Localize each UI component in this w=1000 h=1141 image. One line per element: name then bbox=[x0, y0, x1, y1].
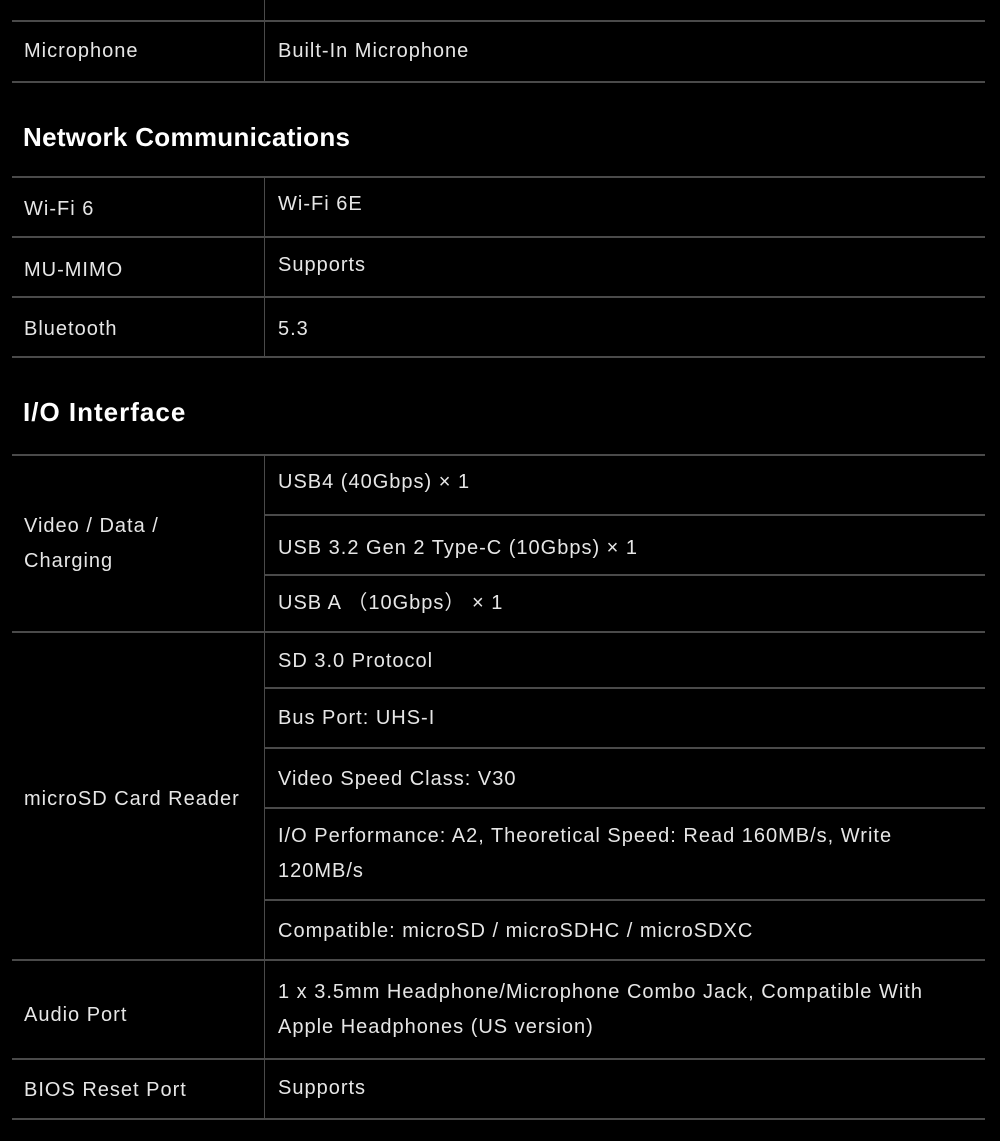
spec-value: USB4 (40Gbps) × 1 bbox=[278, 471, 471, 493]
spec-label: Wi-Fi 6 bbox=[24, 197, 95, 220]
spec-label: Audio Port bbox=[24, 1003, 128, 1026]
divider bbox=[264, 0, 265, 82]
spec-value: I/O Performance: A2, Theoretical Speed: … bbox=[278, 825, 893, 882]
spec-value: USB A （10Gbps） × 1 bbox=[278, 592, 504, 614]
spec-label: Video / Data / Charging bbox=[24, 514, 159, 572]
spec-value: Video Speed Class: V30 bbox=[278, 767, 517, 790]
spec-value: Compatible: microSD / microSDHC / microS… bbox=[278, 919, 754, 942]
spec-label: BIOS Reset Port bbox=[24, 1078, 187, 1101]
spec-value: Bus Port: UHS-I bbox=[278, 706, 436, 729]
section-title: I/O Interface bbox=[23, 397, 187, 427]
spec-label: Microphone bbox=[24, 39, 139, 62]
spec-value: 1 x 3.5mm Headphone/Microphone Combo Jac… bbox=[278, 980, 923, 1038]
section-title: Network Communications bbox=[23, 122, 351, 152]
spec-value: Supports bbox=[278, 253, 367, 276]
spec-label: MU-MIMO bbox=[24, 258, 124, 281]
spec-value: Built-In Microphone bbox=[278, 39, 470, 62]
divider bbox=[264, 455, 265, 1119]
divider bbox=[12, 356, 985, 358]
spec-label: microSD Card Reader bbox=[24, 787, 240, 810]
spec-value: 5.3 bbox=[278, 317, 309, 340]
spec-value: Supports bbox=[278, 1076, 367, 1099]
spec-value: SD 3.0 Protocol bbox=[278, 649, 434, 672]
spec-label: Bluetooth bbox=[24, 317, 118, 340]
divider bbox=[264, 177, 265, 357]
spec-value: Wi-Fi 6E bbox=[278, 192, 363, 215]
spec-value: USB 3.2 Gen 2 Type-C (10Gbps) × 1 bbox=[278, 536, 639, 559]
divider bbox=[12, 1118, 985, 1120]
divider bbox=[12, 81, 985, 83]
